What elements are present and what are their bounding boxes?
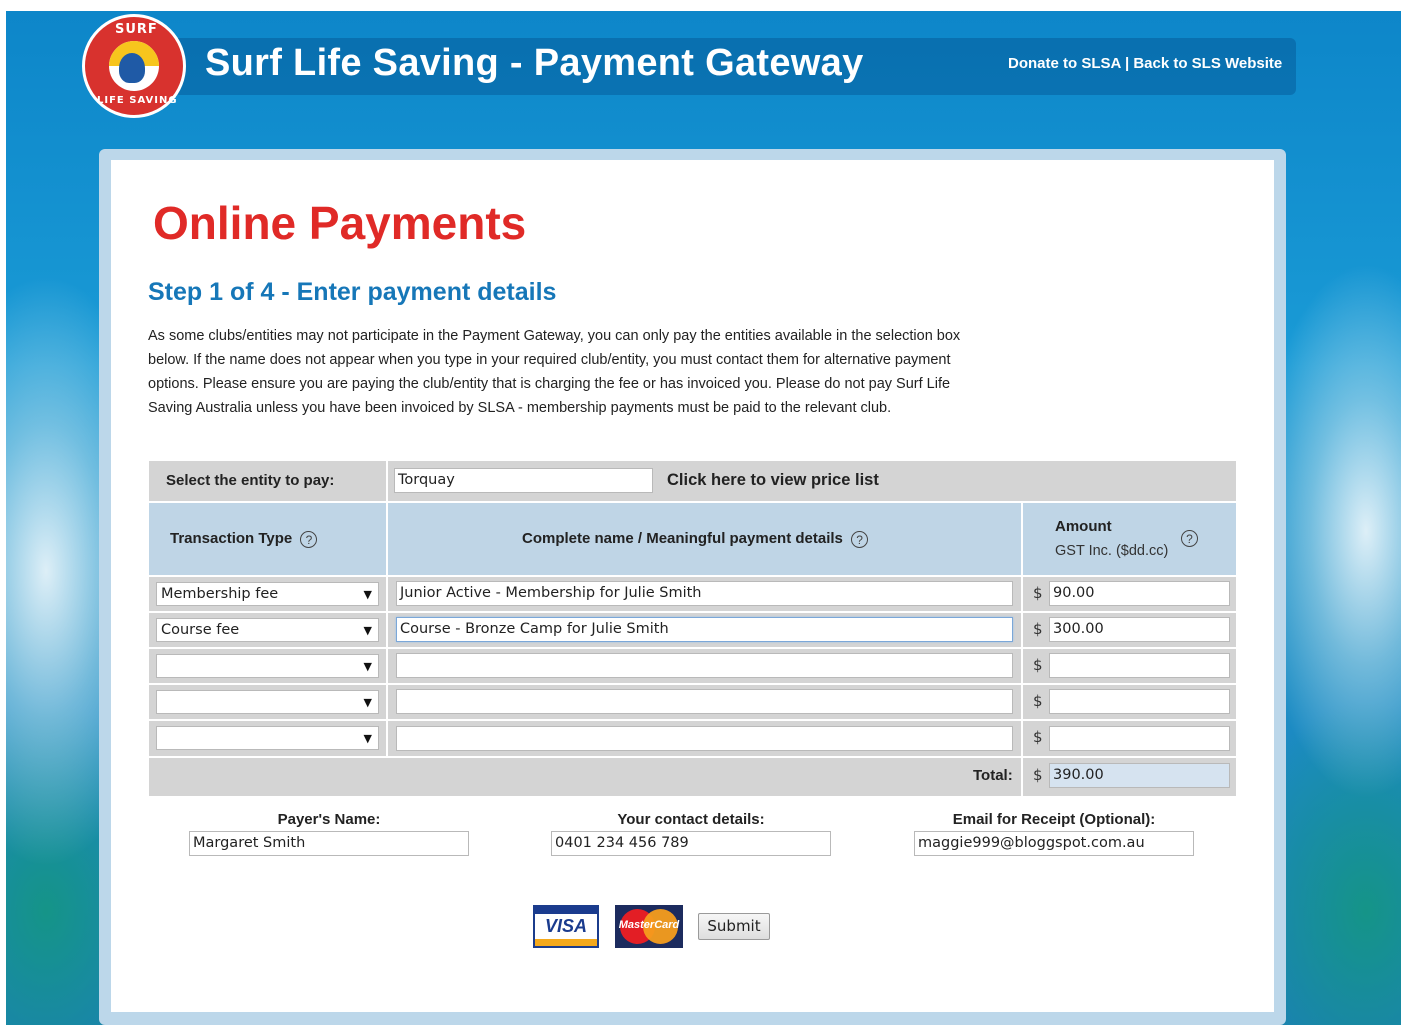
amount-input-2[interactable]: 300.00 <box>1049 617 1230 642</box>
logo-text-top: SURF <box>115 22 158 37</box>
site-title: Surf Life Saving - Payment Gateway <box>205 42 864 84</box>
details-input-2[interactable]: Course - Bronze Camp for Julie Smith <box>396 617 1013 642</box>
email-receipt-input[interactable]: maggie999@bloggspot.com.au <box>914 831 1194 856</box>
mastercard-logo-text: MasterCard <box>618 919 680 931</box>
transaction-type-header: Transaction Type ? <box>170 530 318 548</box>
payer-name-label: Payer's Name: <box>277 811 381 828</box>
currency-symbol: $ <box>1033 620 1043 638</box>
mastercard-logo-icon: MasterCard <box>615 905 683 948</box>
transaction-type-header-label: Transaction Type <box>170 530 293 547</box>
email-receipt-label: Email for Receipt (Optional): <box>952 811 1156 828</box>
details-header-label: Complete name / Meaningful payment detai… <box>522 530 843 547</box>
transaction-type-select-2[interactable]: Course fee ▼ <box>156 618 379 642</box>
amount-header-label: Amount <box>1055 518 1112 535</box>
chevron-down-icon: ▼ <box>363 624 372 637</box>
amount-help-icon[interactable]: ? <box>1181 530 1198 547</box>
transaction-type-value-2: Course fee <box>161 622 240 638</box>
entity-label: Select the entity to pay: <box>166 472 335 489</box>
details-help-icon[interactable]: ? <box>851 530 869 548</box>
amount-header-sublabel: GST Inc. ($dd.cc) <box>1055 543 1169 559</box>
logo-text-bottom: LIFE SAVING <box>97 95 178 106</box>
payer-name-input[interactable]: Margaret Smith <box>189 831 469 856</box>
transaction-type-select-5[interactable]: ▼ <box>156 726 379 750</box>
donate-link[interactable]: Donate to SLSA <box>1008 55 1121 72</box>
page-title: Online Payments <box>153 197 527 249</box>
visa-logo-icon: VISA <box>533 905 599 948</box>
header-links: Donate to SLSA | Back to SLS Website <box>1008 55 1282 72</box>
contact-details-input[interactable]: 0401 234 456 789 <box>551 831 831 856</box>
total-amount-field: 390.00 <box>1049 763 1230 788</box>
chevron-down-icon: ▼ <box>363 588 372 601</box>
transaction-type-select-1[interactable]: Membership fee ▼ <box>156 582 379 606</box>
details-input-4[interactable] <box>396 689 1013 714</box>
details-input-1[interactable]: Junior Active - Membership for Julie Smi… <box>396 581 1013 606</box>
details-header: Complete name / Meaningful payment detai… <box>522 530 869 548</box>
amount-input-1[interactable]: 90.00 <box>1049 581 1230 606</box>
transaction-type-select-3[interactable]: ▼ <box>156 654 379 678</box>
step-title: Step 1 of 4 - Enter payment details <box>148 278 557 306</box>
transaction-type-select-4[interactable]: ▼ <box>156 690 379 714</box>
currency-symbol: $ <box>1033 584 1043 602</box>
lifesaver-icon <box>109 41 159 91</box>
surf-life-saving-logo: SURF LIFE SAVING <box>82 14 186 118</box>
currency-symbol: $ <box>1033 766 1043 784</box>
entity-input[interactable]: Torquay <box>394 468 653 493</box>
total-label: Total: <box>973 767 1013 784</box>
details-input-5[interactable] <box>396 726 1013 751</box>
visa-logo-text: VISA <box>544 916 587 936</box>
back-to-sls-link[interactable]: Back to SLS Website <box>1133 55 1282 72</box>
intro-text: As some clubs/entities may not participa… <box>148 328 961 416</box>
submit-button[interactable]: Submit <box>698 913 770 940</box>
currency-symbol: $ <box>1033 656 1043 674</box>
amount-input-5[interactable] <box>1049 726 1230 751</box>
contact-details-label: Your contact details: <box>617 811 765 828</box>
price-list-link[interactable]: Click here to view price list <box>667 471 879 490</box>
details-input-3[interactable] <box>396 653 1013 678</box>
payment-form-table: Select the entity to pay: Torquay Click … <box>149 461 1236 796</box>
chevron-down-icon: ▼ <box>363 660 372 673</box>
header-link-separator: | <box>1124 55 1130 72</box>
chevron-down-icon: ▼ <box>363 696 372 709</box>
amount-input-4[interactable] <box>1049 689 1230 714</box>
transaction-type-value-1: Membership fee <box>161 586 279 602</box>
chevron-down-icon: ▼ <box>363 732 372 745</box>
transaction-type-help-icon[interactable]: ? <box>300 530 318 548</box>
currency-symbol: $ <box>1033 692 1043 710</box>
currency-symbol: $ <box>1033 728 1043 746</box>
amount-input-3[interactable] <box>1049 653 1230 678</box>
